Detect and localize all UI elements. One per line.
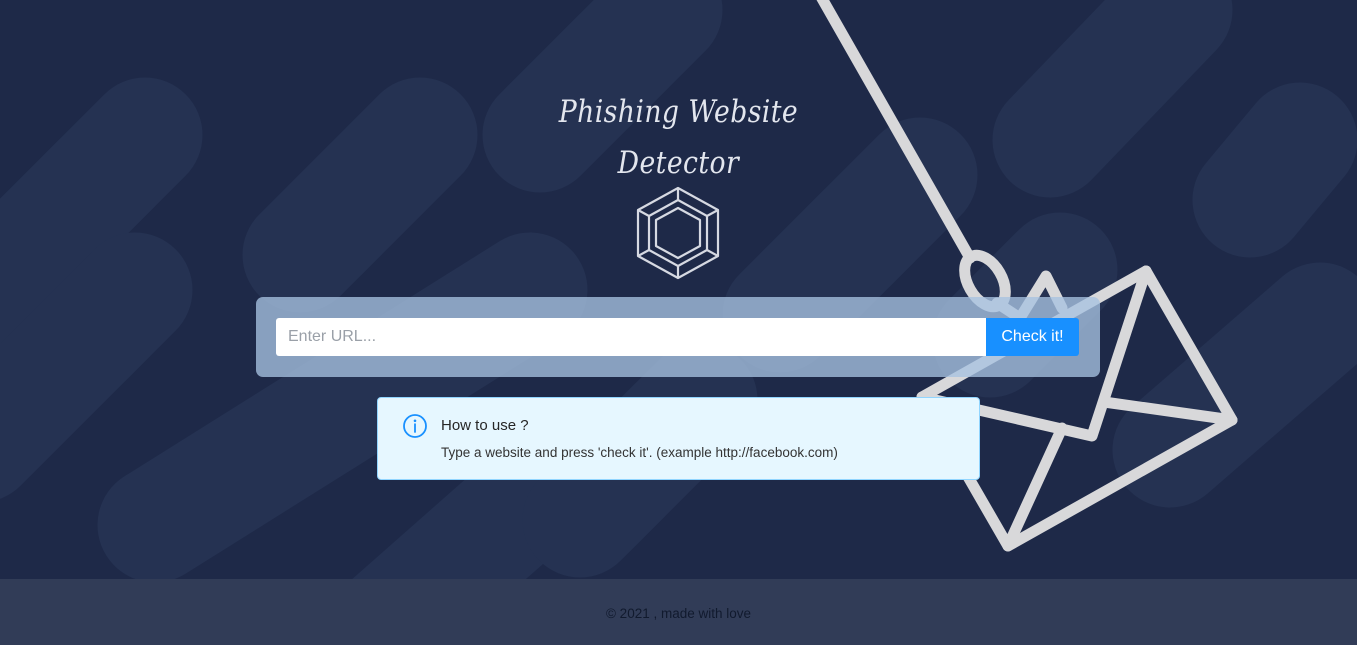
hexagon-logo-icon [636,186,720,280]
url-input[interactable] [276,318,986,356]
search-panel: Check it! [256,297,1100,377]
info-circle-icon [403,414,427,438]
footer: © 2021 , made with love [0,579,1357,645]
alert-description: Type a website and press 'check it'. (ex… [441,445,838,460]
alert-title: How to use ? [441,417,529,434]
page: Phishing Website Detector Check it! How … [0,0,1357,645]
page-title-line2: Detector [617,145,740,181]
footer-text: © 2021 , made with love [605,606,752,621]
page-title-line1: Phishing Website [558,94,799,130]
check-button[interactable]: Check it! [986,318,1079,356]
how-to-use-alert: How to use ? Type a website and press 'c… [377,397,980,480]
